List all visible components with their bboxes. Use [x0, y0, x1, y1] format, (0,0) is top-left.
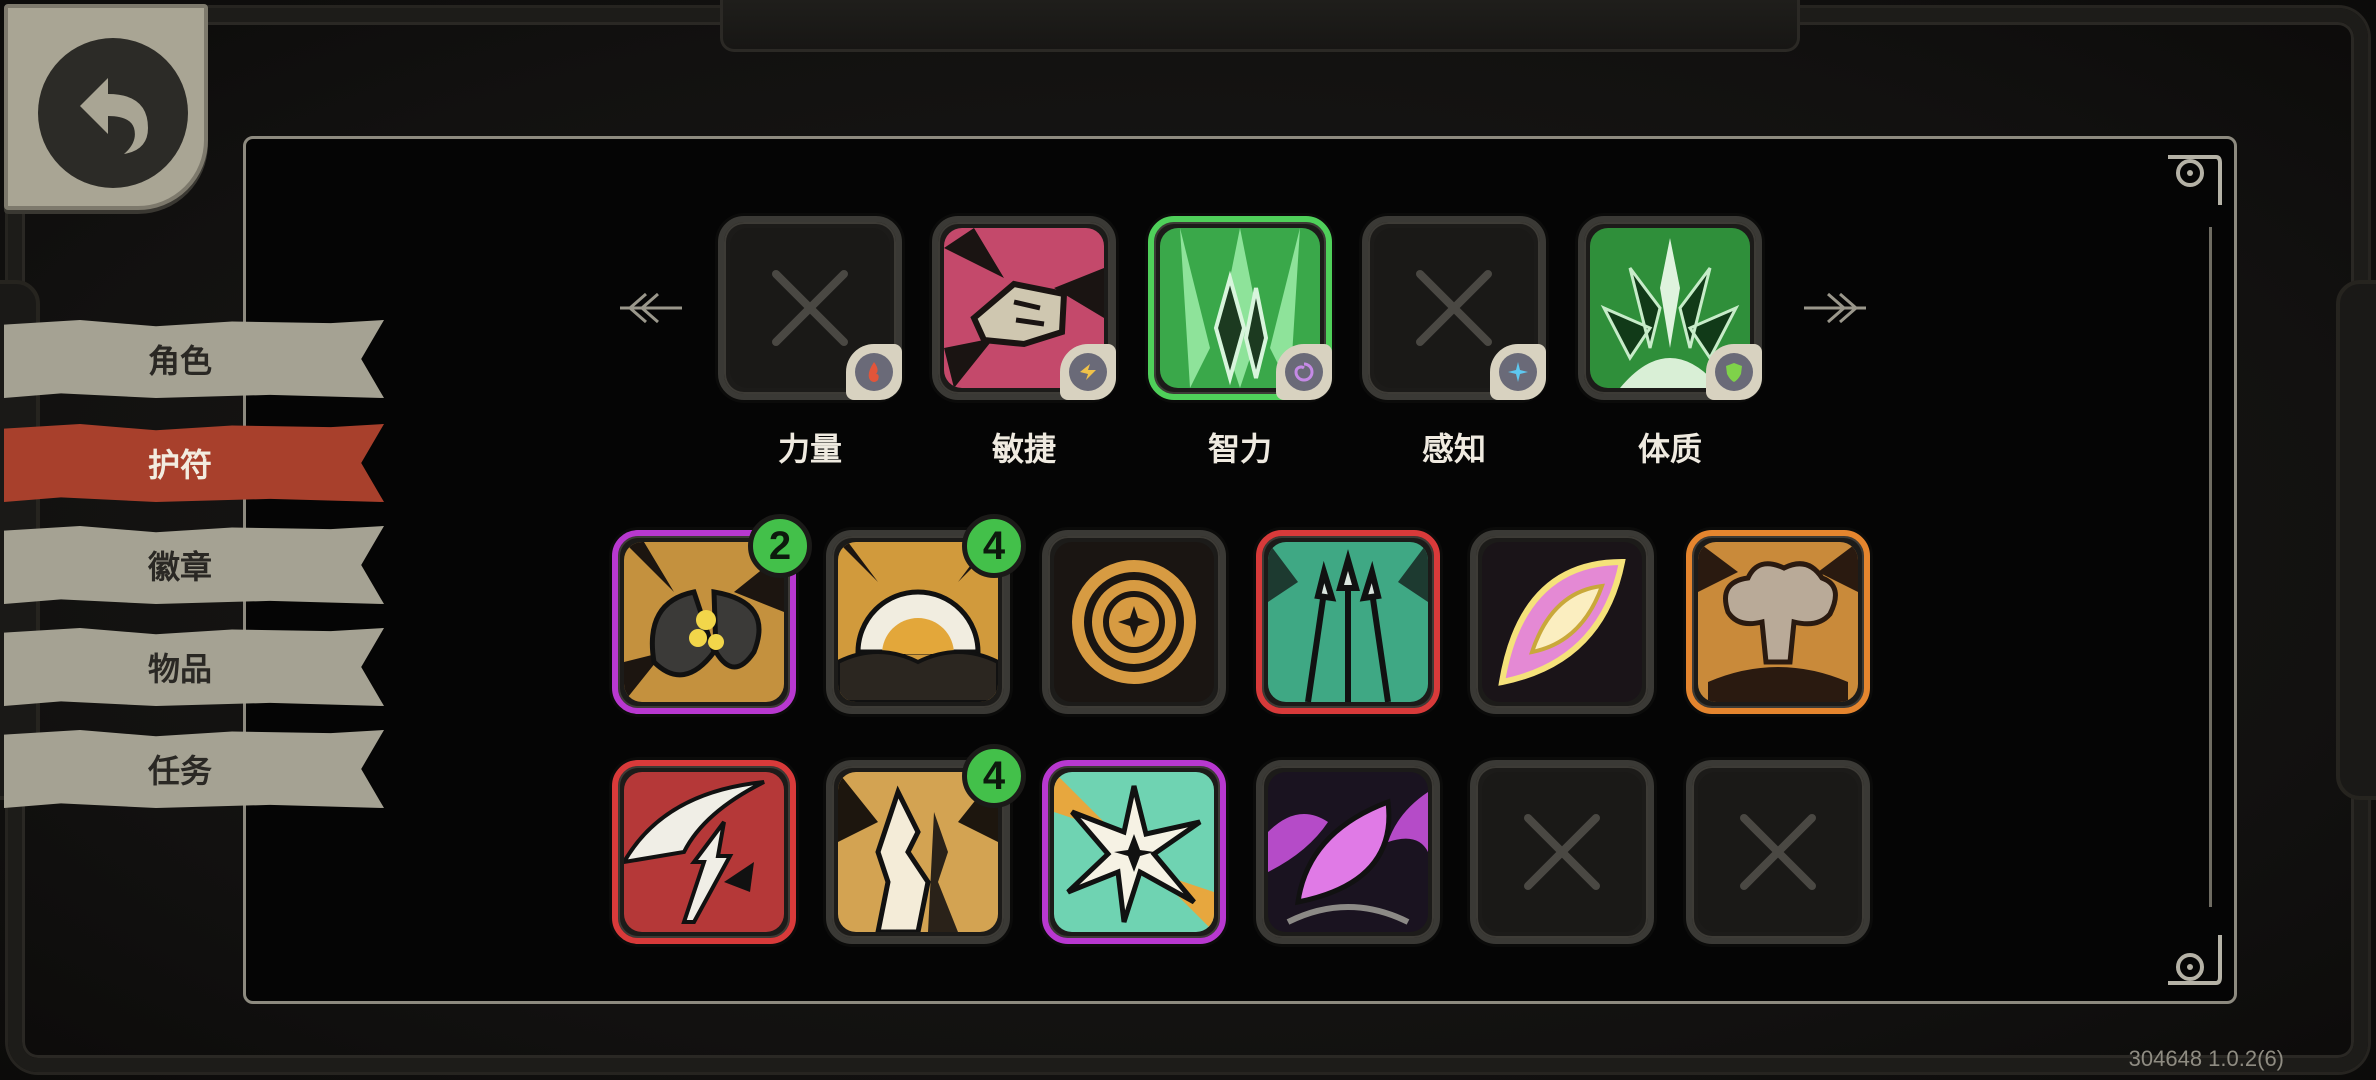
stat-label-perception: 感知: [1421, 431, 1486, 467]
tab-badge[interactable]: 徽章: [4, 526, 384, 604]
star-icon: [1508, 362, 1528, 382]
starburst-icon: [1054, 772, 1214, 932]
tab-character[interactable]: 角色: [4, 320, 384, 398]
prev-page-arrow-icon[interactable]: [616, 288, 686, 328]
stat-slot-intelligence[interactable]: [1148, 216, 1332, 400]
stat-slot-perception[interactable]: [1362, 216, 1546, 400]
stat-label-constitution: 体质: [1637, 431, 1702, 467]
constitution-stat-emblem: [1706, 344, 1762, 400]
stat-slot-strength[interactable]: [718, 216, 902, 400]
amulet-slot[interactable]: [1042, 760, 1226, 944]
empty-slot-icon: [1482, 772, 1642, 932]
amulet-slot[interactable]: [1256, 530, 1440, 714]
version-text: 304648 1.0.2(6): [2128, 1046, 2284, 1071]
top-bar-decoration: [720, 0, 1800, 52]
amulet-slot[interactable]: [1042, 530, 1226, 714]
corner-ornament-icon: [2168, 935, 2222, 985]
amulet-slot-empty[interactable]: [1470, 760, 1654, 944]
back-arrow-icon: [38, 38, 188, 188]
stack-count-badge: 4: [962, 744, 1026, 808]
perception-stat-emblem: [1490, 344, 1546, 400]
corner-ornament-icon: [2168, 155, 2222, 205]
stat-label-agility: 敏捷: [991, 431, 1056, 467]
amulet-slot[interactable]: 4: [826, 514, 1026, 714]
amulet-slot-empty[interactable]: [1686, 760, 1870, 944]
right-bracket-decoration: [2336, 280, 2376, 800]
stat-label-intelligence: 智力: [1207, 431, 1272, 467]
spiral-shield-icon: [1054, 542, 1214, 702]
stat-slot-constitution[interactable]: [1578, 216, 1762, 400]
empty-slot-icon: [1698, 772, 1858, 932]
lightning-arrow-icon: [624, 772, 784, 932]
purple-larva-icon: [1268, 772, 1428, 932]
agility-stat-emblem: [1060, 344, 1116, 400]
tab-items[interactable]: 物品: [4, 628, 384, 706]
tab-quests[interactable]: 任务: [4, 730, 384, 808]
pink-crystal-icon: [1482, 542, 1642, 702]
shield-icon: [1726, 363, 1742, 382]
back-button[interactable]: [4, 4, 208, 210]
dash-icon: [1080, 364, 1096, 380]
amulet-slot[interactable]: [612, 760, 796, 944]
amulet-slot[interactable]: [1256, 760, 1440, 944]
tab-amulet[interactable]: 护符: [4, 424, 384, 502]
amulet-slot[interactable]: 2: [612, 514, 812, 714]
strength-stat-emblem: [846, 344, 902, 400]
explosion-cloud-icon: [1698, 542, 1858, 702]
next-page-arrow-icon[interactable]: [1800, 288, 1870, 328]
stat-slot-agility[interactable]: [932, 216, 1116, 400]
stat-label-strength: 力量: [777, 431, 842, 467]
amulet-slot[interactable]: [1686, 530, 1870, 714]
stack-count-badge: 4: [962, 514, 1026, 578]
flame-icon: [868, 362, 879, 382]
intelligence-stat-emblem: [1276, 344, 1332, 400]
amulet-slot[interactable]: 4: [826, 744, 1026, 944]
amulet-slot[interactable]: [1470, 530, 1654, 714]
swirl-icon: [1294, 362, 1314, 382]
stack-count-badge: 2: [748, 514, 812, 578]
spears-icon: [1268, 542, 1428, 702]
